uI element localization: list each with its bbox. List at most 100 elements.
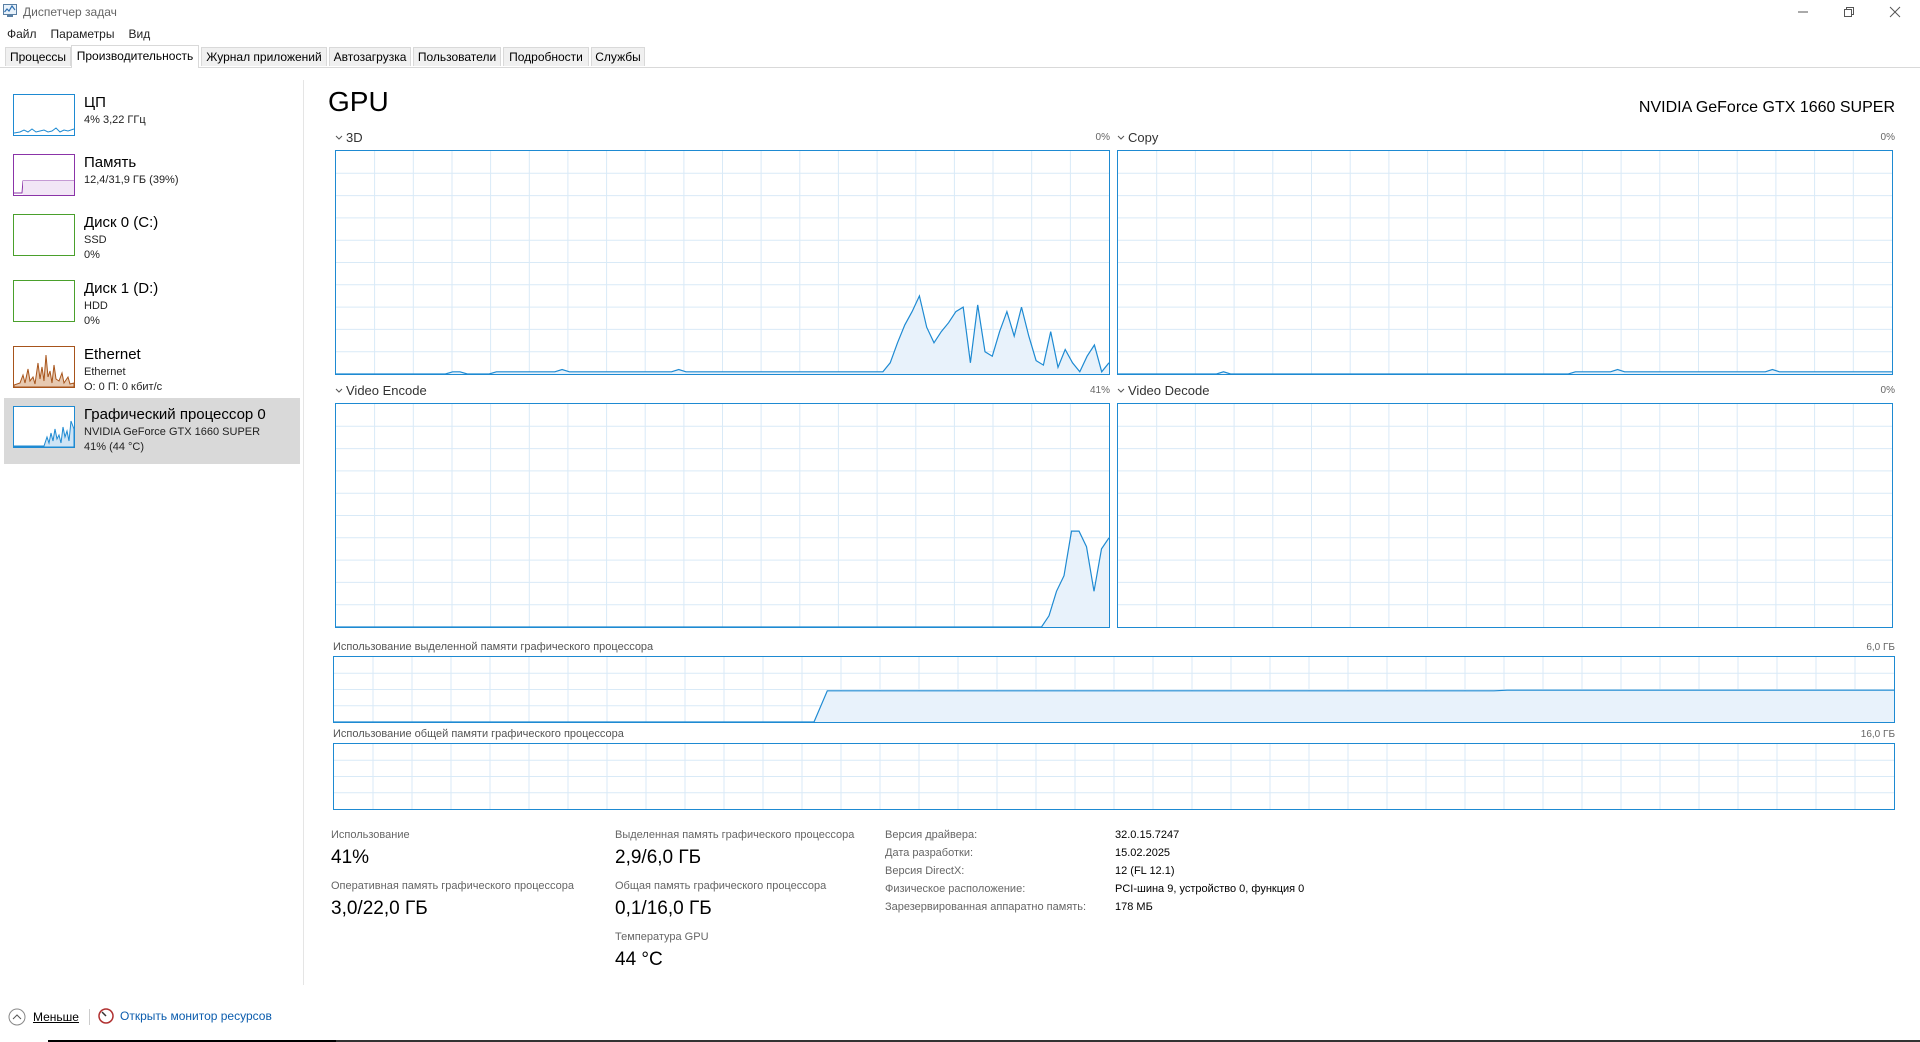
menu-file[interactable]: Файл [0,24,44,44]
gpu-model-name: NVIDIA GeForce GTX 1660 SUPER [1638,99,1895,116]
graph-canvas [1118,404,1892,627]
gpu-ram-label: Оперативная память графического процессо… [331,880,575,892]
engine-graph-3d [335,150,1110,375]
tab-app-history[interactable]: Журнал приложений [201,47,327,66]
footer-divider [89,1009,90,1025]
sidebar-item-cpu[interactable]: ЦП 4% 3,22 ГГц [4,86,300,150]
close-button[interactable] [1872,0,1918,24]
driver-version-value: 32.0.15.7247 [1115,829,1180,841]
chevron-down-icon [1117,388,1125,393]
tab-bar: Процессы Производительность Журнал прило… [0,45,1920,68]
graph-canvas [336,404,1109,627]
menu-view[interactable]: Вид [121,24,157,44]
sidebar-item-detail: 4% 3,22 ГГц [84,114,146,126]
resource-monitor-icon [98,1008,114,1024]
tab-startup[interactable]: Автозагрузка [329,47,411,66]
driver-date-value: 15.02.2025 [1115,847,1171,859]
shared-memory-max: 16,0 ГБ [1860,729,1895,740]
cpu-thumbnail-graph [13,94,75,136]
engine-label: Copy [1128,130,1159,145]
reserved-memory-value: 178 МБ [1115,901,1153,913]
sidebar-item-title: Графический процессор 0 [84,406,266,423]
sidebar-item-type: Ethernet [84,366,126,378]
restore-button[interactable] [1826,0,1872,24]
graph-canvas [336,151,1109,374]
engine-selector-video-encode[interactable]: Video Encode [335,383,427,398]
title-bar: Диспетчер задач [0,0,1920,24]
engine-selector-3d[interactable]: 3D [335,130,363,145]
graph-canvas [334,744,1894,809]
directx-version-label: Версия DirectX: [885,865,965,877]
dedicated-memory-stat-value: 2,9/6,0 ГБ [615,847,702,868]
minimize-button[interactable] [1780,0,1826,24]
tab-processes[interactable]: Процессы [5,47,71,66]
tab-services[interactable]: Службы [591,47,645,66]
sidebar-item-detail: О: 0 П: 0 кбит/с [84,381,163,393]
dedicated-memory-graph [333,656,1895,723]
disk-1-thumbnail-graph [13,280,75,322]
sidebar-item-title: Диск 0 (C:) [84,214,159,231]
chevron-up-circle-icon [8,1008,26,1026]
engine-percent: 0% [1880,132,1895,143]
ethernet-thumbnail-graph [13,346,75,388]
utilization-value: 41% [331,847,370,868]
dedicated-memory-max: 6,0 ГБ [1866,642,1895,653]
page-title: GPU [328,86,389,117]
shared-memory-stat-label: Общая память графического процессора [615,880,827,892]
restore-icon [1844,7,1854,17]
sidebar-item-disk-1[interactable]: Диск 1 (D:) HDD 0% [4,272,300,336]
shared-memory-graph [333,743,1895,810]
sidebar-item-type: SSD [84,234,107,246]
engine-graph-video-decode [1117,403,1893,628]
sidebar-item-title: Память [84,154,137,171]
gpu-temperature-value: 44 °C [615,949,663,970]
fewer-details-button[interactable]: Меньше [8,1008,79,1026]
sidebar-item-ethernet[interactable]: Ethernet Ethernet О: 0 П: 0 кбит/с [4,338,300,402]
graph-canvas [1118,151,1892,374]
sidebar-item-detail: 41% (44 °C) [84,441,145,453]
sidebar-item-memory[interactable]: Память 12,4/31,9 ГБ (39%) [4,146,300,210]
physical-location-label: Физическое расположение: [885,883,1026,895]
reserved-memory-label: Зарезервированная аппаратно память: [885,901,1087,913]
fewer-details-label: Меньше [33,1010,79,1024]
menu-bar: Файл Параметры Вид [0,24,157,44]
sidebar-item-model: NVIDIA GeForce GTX 1660 SUPER [84,426,261,438]
driver-version-label: Версия драйвера: [885,829,978,841]
engine-graph-copy [1117,150,1893,375]
memory-thumbnail-graph [13,154,75,196]
minimize-icon [1798,11,1808,13]
engine-label: 3D [346,130,363,145]
engine-label: Video Encode [346,383,427,398]
gpu-temperature-label: Температура GPU [615,931,709,943]
tab-performance[interactable]: Производительность [71,45,199,68]
chevron-down-icon [335,388,343,393]
sidebar-item-detail: 12,4/31,9 ГБ (39%) [84,174,179,186]
sidebar-item-type: HDD [84,300,108,312]
engine-percent: 0% [1880,385,1895,396]
sidebar-item-title: Ethernet [84,346,141,363]
sidebar-item-title: ЦП [84,94,106,111]
sidebar-item-disk-0[interactable]: Диск 0 (C:) SSD 0% [4,206,300,270]
chevron-down-icon [1117,135,1125,140]
physical-location-value: PCI-шина 9, устройство 0, функция 0 [1115,883,1305,895]
sidebar-item-gpu-0[interactable]: Графический процессор 0 NVIDIA GeForce G… [4,398,300,464]
window-title: Диспетчер задач [23,5,117,19]
tab-users[interactable]: Пользователи [413,47,501,66]
engine-selector-copy[interactable]: Copy [1117,130,1158,145]
disk-0-thumbnail-graph [13,214,75,256]
resource-sidebar: ЦП 4% 3,22 ГГц Память 12,4/31,9 ГБ (39%)… [0,80,304,985]
engine-selector-video-decode[interactable]: Video Decode [1117,383,1209,398]
chevron-down-icon [335,135,343,140]
engine-graph-video-encode [335,403,1110,628]
sidebar-item-title: Диск 1 (D:) [84,280,159,297]
dedicated-memory-stat-label: Выделенная память графического процессор… [615,829,855,841]
shared-memory-label: Использование общей памяти графического … [333,728,624,740]
tab-details[interactable]: Подробности [503,47,589,66]
menu-options[interactable]: Параметры [44,24,122,44]
dedicated-memory-label: Использование выделенной памяти графичес… [333,641,654,653]
sidebar-item-detail: 0% [84,249,100,261]
directx-version-value: 12 (FL 12.1) [1115,865,1175,877]
open-resource-monitor-link[interactable]: Открыть монитор ресурсов [98,1008,272,1024]
task-manager-icon [3,4,17,17]
engine-percent: 0% [1095,132,1110,143]
